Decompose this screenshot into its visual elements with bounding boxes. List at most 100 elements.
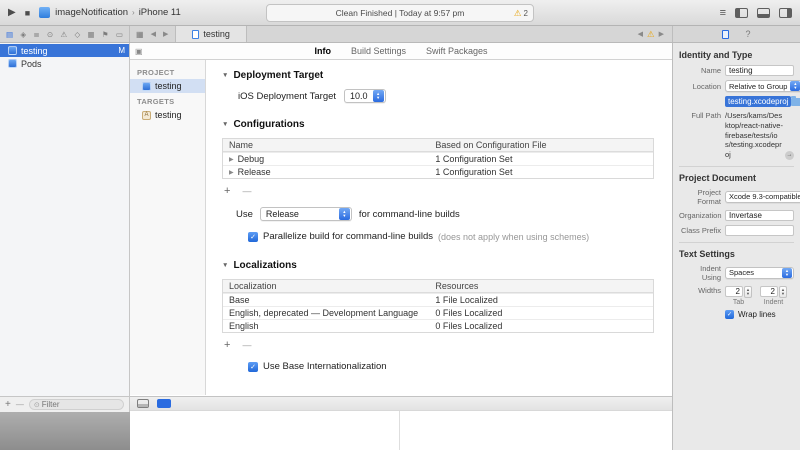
popup-value: 10.0 <box>345 91 373 101</box>
tab-swift-packages[interactable]: Swift Packages <box>426 46 488 56</box>
toggle-inspector-button[interactable] <box>779 8 792 18</box>
debug-navigator-icon[interactable]: ▦ <box>87 30 94 39</box>
filter-input[interactable] <box>42 400 119 409</box>
disclosure-icon[interactable]: ▼ <box>222 262 228 269</box>
project-navigator-icon[interactable]: ▤ <box>6 30 13 39</box>
file-inspector: Identity and Type Name Location Relative… <box>672 43 800 450</box>
forward-button[interactable]: ▶ <box>163 30 168 38</box>
tab-info[interactable]: Info <box>314 46 331 56</box>
parallelize-note: (does not apply when using schemes) <box>438 232 589 242</box>
previous-issue-button[interactable]: ◀ <box>638 30 643 38</box>
target-item-label: testing <box>155 110 182 120</box>
name-label: Name <box>679 66 721 75</box>
back-button[interactable]: ◀ <box>151 30 156 38</box>
issue-badge[interactable]: ⚠ 2 <box>514 5 528 21</box>
config-row-release[interactable]: ▶Release 1 Configuration Set <box>223 165 653 178</box>
remove-localization-button[interactable]: — <box>242 340 251 350</box>
tab-overview-icon[interactable]: ▦ <box>136 30 144 39</box>
base-internationalization-checkbox[interactable]: ✓ <box>248 362 258 372</box>
section-localizations: ▼ Localizations <box>222 260 658 271</box>
stop-button[interactable]: ■ <box>25 8 30 18</box>
scheme-name[interactable]: imageNotification <box>55 7 128 18</box>
target-item-testing[interactable]: A testing <box>130 108 205 122</box>
find-navigator-icon[interactable]: ⊙ <box>47 30 53 39</box>
localization-resources: 1 File Localized <box>429 295 653 305</box>
indent-width-stepper[interactable]: ▲▼ <box>779 286 787 298</box>
report-navigator-icon[interactable]: ▭ <box>116 30 123 39</box>
ios-deployment-target-label: iOS Deployment Target <box>238 91 336 102</box>
issue-navigator-icon[interactable]: ⚠ <box>60 30 67 39</box>
source-control-navigator-icon[interactable]: ◈ <box>20 30 26 39</box>
popup-stepper-icon: ▲▼ <box>782 268 792 278</box>
add-configuration-button[interactable]: + <box>224 185 230 197</box>
location-popup[interactable]: Relative to Group ▲▼ <box>725 80 800 92</box>
ios-deployment-target-popup[interactable]: 10.0 ▲▼ <box>344 89 386 103</box>
class-prefix-field[interactable] <box>725 225 794 236</box>
file-inspector-icon[interactable] <box>722 30 729 39</box>
reveal-in-finder-icon[interactable]: → <box>785 151 794 160</box>
name-field[interactable] <box>725 65 794 76</box>
section-deployment-target: ▼ Deployment Target <box>222 70 658 81</box>
command-line-config-popup[interactable]: Release ▲▼ <box>260 207 352 221</box>
breakpoint-navigator-icon[interactable]: ⚑ <box>102 30 109 39</box>
organization-row: Organization <box>679 210 794 221</box>
popup-value: Xcode 9.3-compatible <box>726 192 800 201</box>
filter-field[interactable]: ⊙ <box>29 399 124 410</box>
disclosure-icon[interactable]: ▼ <box>222 72 228 79</box>
destination-name[interactable]: iPhone 11 <box>139 7 181 18</box>
quick-help-inspector-icon[interactable]: ? <box>745 29 750 39</box>
column-resources: Resources <box>429 281 653 291</box>
full-path-value: /Users/kams/Desktop/react-native-firebas… <box>725 111 783 160</box>
wrap-lines-checkbox[interactable]: ✓ <box>725 310 734 319</box>
class-prefix-row: Class Prefix <box>679 225 794 236</box>
editor-options-icon[interactable]: ≡ <box>720 7 726 19</box>
localizations-table: Localization Resources Base 1 File Local… <box>222 279 654 333</box>
tab-testing[interactable]: testing <box>175 26 247 42</box>
configurations-table: Name Based on Configuration File ▶Debug … <box>222 138 654 179</box>
localization-row-base[interactable]: Base 1 File Localized <box>223 293 653 306</box>
indent-using-popup[interactable]: Spaces ▲▼ <box>725 267 794 279</box>
indent-width-field[interactable] <box>760 286 778 297</box>
run-button[interactable]: ▶ <box>8 7 16 18</box>
navigator-item-pods[interactable]: Pods <box>0 57 129 70</box>
related-items-icon[interactable]: ▣ <box>135 47 143 56</box>
tab-width-stepper[interactable]: ▲▼ <box>744 286 752 298</box>
localization-row-english-deprecated[interactable]: English, deprecated — Development Langua… <box>223 306 653 319</box>
next-issue-button[interactable]: ▶ <box>659 30 664 38</box>
file-name-value[interactable]: testing.xcodeproj <box>725 96 791 107</box>
toggle-debug-area-button[interactable] <box>757 8 770 18</box>
location-label: Location <box>679 82 721 91</box>
localization-row-english[interactable]: English 0 Files Localized <box>223 319 653 332</box>
test-navigator-icon[interactable]: ◇ <box>74 30 80 39</box>
disclosure-closed-icon[interactable]: ▶ <box>229 156 234 163</box>
choose-folder-icon[interactable] <box>791 98 800 106</box>
toggle-navigator-button[interactable] <box>735 8 748 18</box>
popup-stepper-icon: ▲▼ <box>339 208 350 220</box>
column-based-on: Based on Configuration File <box>429 140 653 150</box>
popup-value: Relative to Group <box>726 82 790 91</box>
use-label: Use <box>236 209 253 220</box>
tab-label: testing <box>203 29 230 39</box>
organization-field[interactable] <box>725 210 794 221</box>
config-row-debug[interactable]: ▶Debug 1 Configuration Set <box>223 152 653 165</box>
parallelize-checkbox[interactable]: ✓ <box>248 232 258 242</box>
breakpoints-toggle-icon[interactable] <box>137 399 149 408</box>
activity-viewer[interactable]: Clean Finished | Today at 9:57 pm ⚠ 2 <box>266 4 534 22</box>
project-item-testing[interactable]: testing <box>130 79 205 93</box>
symbol-navigator-icon[interactable]: ≣ <box>33 30 39 39</box>
disclosure-closed-icon[interactable]: ▶ <box>229 169 234 176</box>
navigator-item-testing[interactable]: testing M <box>0 44 129 57</box>
issue-navigation: ◀ ⚠ ▶ <box>638 29 664 40</box>
column-localization: Localization <box>223 281 429 291</box>
tab-width-field[interactable] <box>725 286 743 297</box>
hide-debug-area-icon[interactable] <box>157 399 171 408</box>
tab-build-settings[interactable]: Build Settings <box>351 46 406 56</box>
remove-configuration-button[interactable]: — <box>242 186 251 196</box>
add-localization-button[interactable]: + <box>224 339 230 351</box>
disclosure-icon[interactable]: ▼ <box>222 121 228 128</box>
command-line-config-row: Use Release ▲▼ for command-line builds <box>236 207 658 221</box>
navigator-item-label: testing <box>21 46 114 56</box>
project-format-popup[interactable]: Xcode 9.3-compatible ▲▼ <box>725 191 800 203</box>
remove-button[interactable]: — <box>16 400 24 409</box>
add-button[interactable]: + <box>5 399 11 410</box>
